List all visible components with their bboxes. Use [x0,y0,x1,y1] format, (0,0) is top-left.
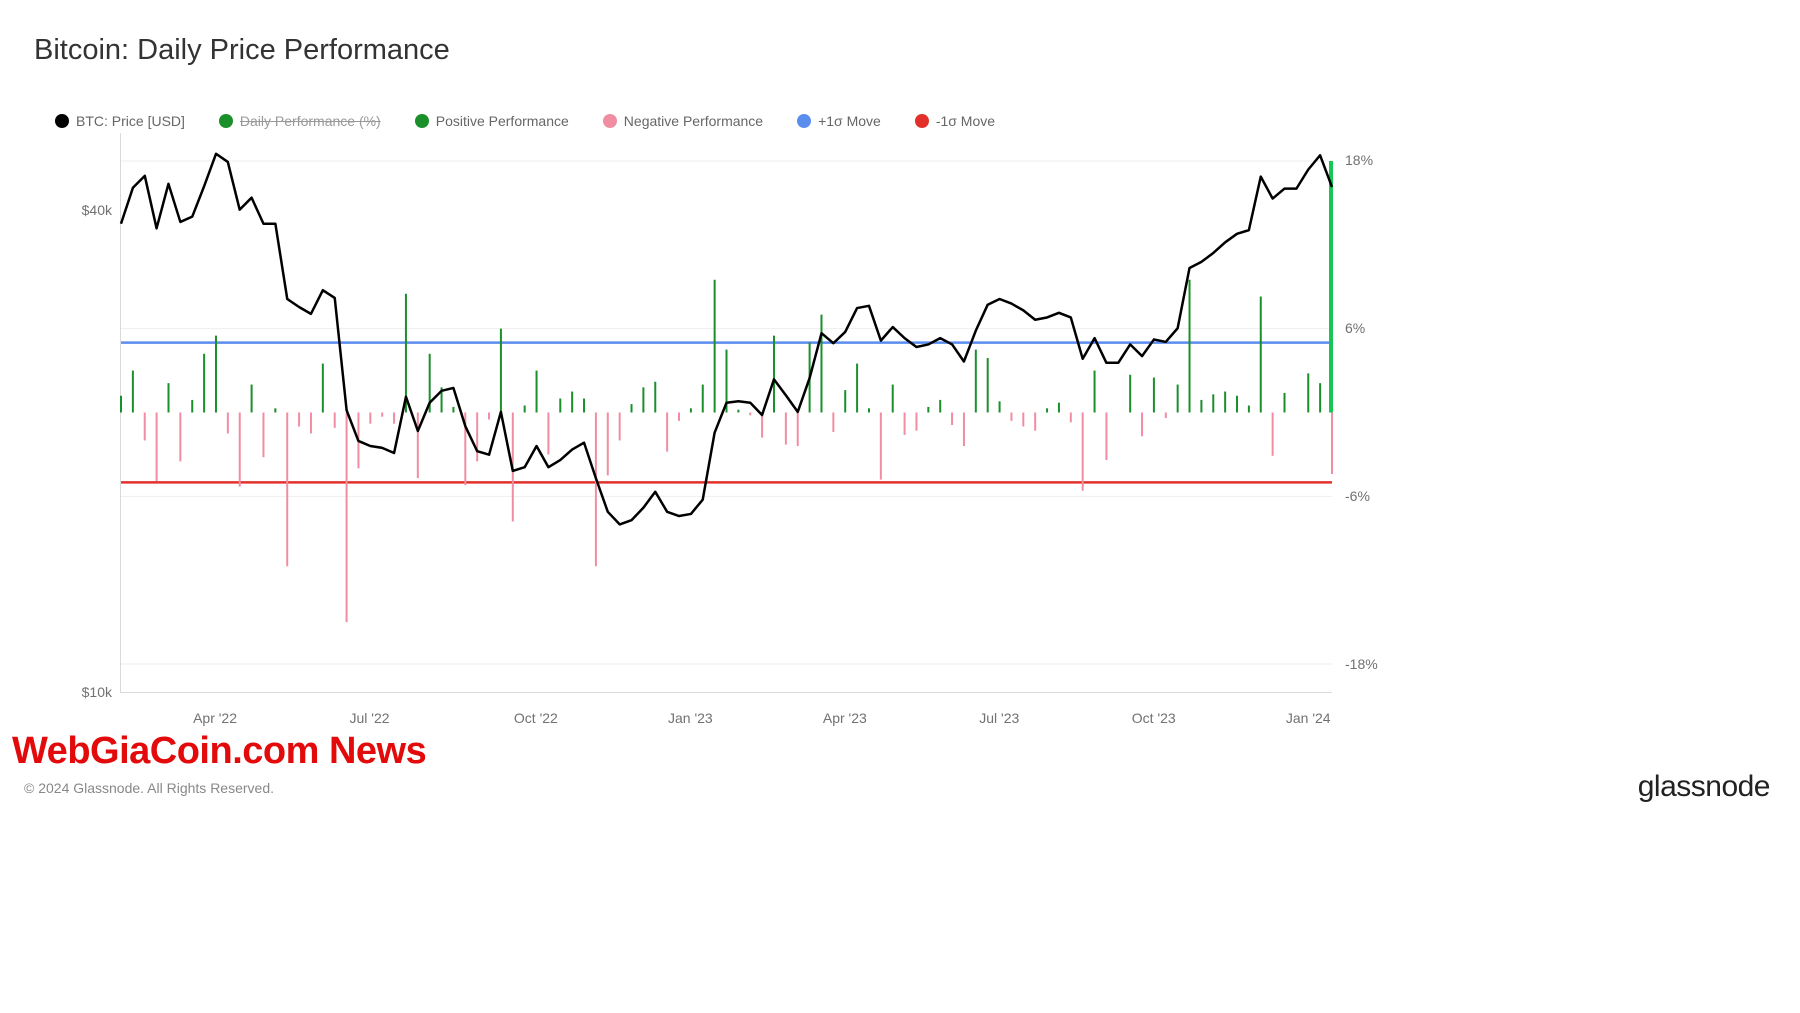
legend-swatch [603,114,617,128]
y2-tick-label: 18% [1345,152,1373,168]
y2-tick-label: -18% [1345,656,1378,672]
chart-title: Bitcoin: Daily Price Performance [34,34,450,67]
legend-swatch [219,114,233,128]
legend-swatch [915,114,929,128]
x-tick-label: Jan '24 [1286,710,1331,726]
legend-swatch [415,114,429,128]
x-tick-label: Apr '22 [193,710,237,726]
legend-label: BTC: Price [USD] [76,113,185,129]
legend-item-neg_perf[interactable]: Negative Performance [603,113,763,129]
plot-area [120,133,1332,693]
legend-label: Daily Performance (%) [240,113,381,129]
y1-tick-label: $10k [52,684,112,700]
x-tick-label: Apr '23 [823,710,867,726]
x-tick-label: Oct '23 [1132,710,1176,726]
legend-label: Negative Performance [624,113,763,129]
legend: BTC: Price [USD] Daily Performance (%) Pos… [55,113,995,129]
legend-item-minus1s[interactable]: -1σ Move [915,113,995,129]
legend-swatch [797,114,811,128]
y2-tick-label: -6% [1345,488,1370,504]
legend-item-plus1s[interactable]: +1σ Move [797,113,881,129]
chart-svg [121,133,1332,692]
legend-item-price[interactable]: BTC: Price [USD] [55,113,185,129]
legend-item-pos_perf[interactable]: Positive Performance [415,113,569,129]
watermark-overlay: WebGiaCoin.com News [12,730,426,773]
brand-logo: glassnode [1638,770,1770,804]
y2-tick-label: 6% [1345,320,1365,336]
legend-item-daily_pct[interactable]: Daily Performance (%) [219,113,381,129]
y1-tick-label: $40k [52,202,112,218]
legend-label: +1σ Move [818,113,881,129]
copyright-text: © 2024 Glassnode. All Rights Reserved. [24,780,274,796]
x-tick-label: Oct '22 [514,710,558,726]
legend-label: Positive Performance [436,113,569,129]
x-tick-label: Jan '23 [668,710,713,726]
legend-swatch [55,114,69,128]
legend-label: -1σ Move [936,113,995,129]
x-tick-label: Jul '22 [350,710,390,726]
x-tick-label: Jul '23 [979,710,1019,726]
